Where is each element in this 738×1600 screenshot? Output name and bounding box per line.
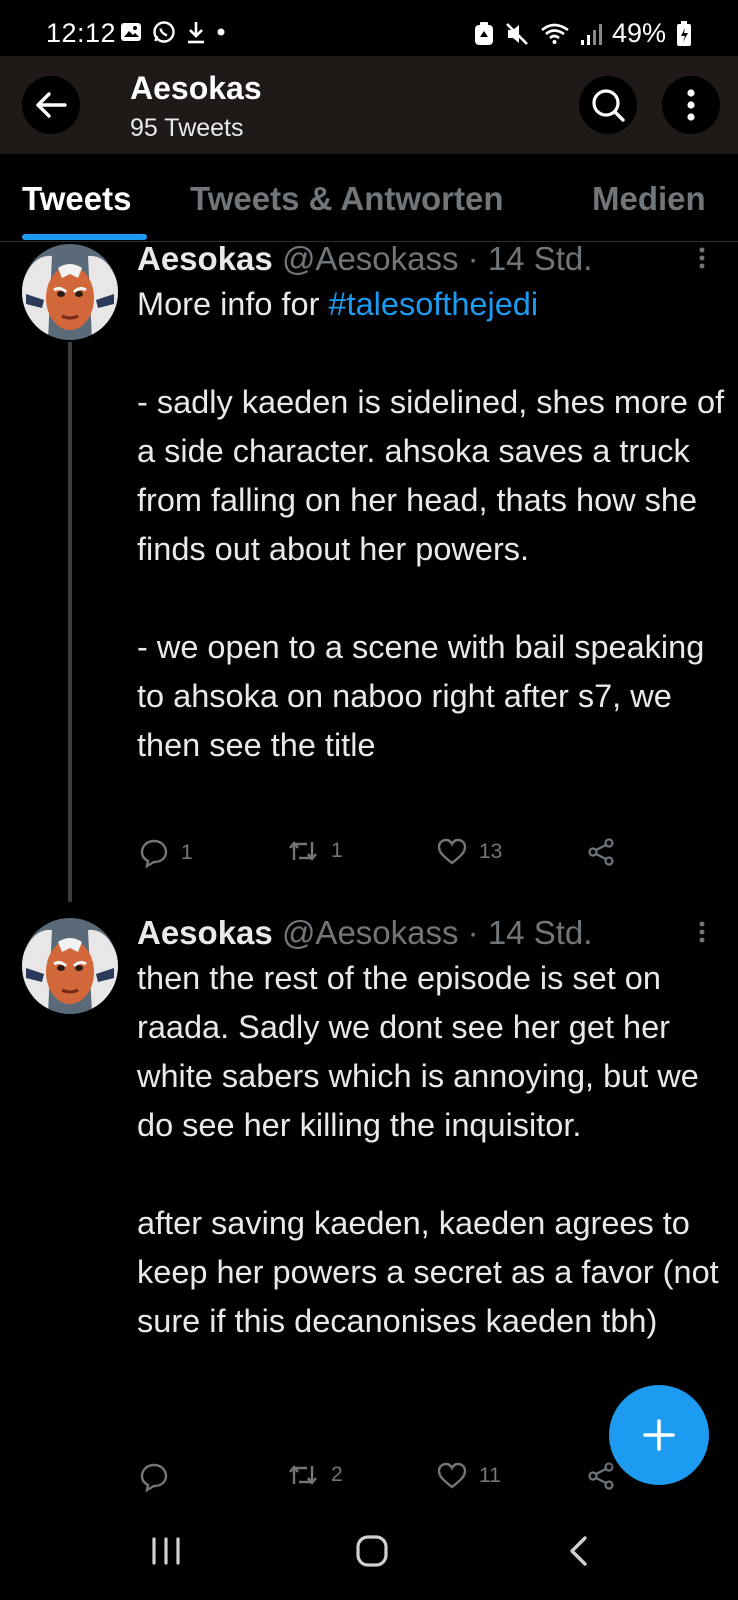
tweet-author-name[interactable]: Aesokas	[137, 914, 273, 951]
status-icons-right: 49%	[474, 18, 692, 49]
more-vertical-icon	[687, 89, 695, 121]
tweet-paragraph: then the rest of the episode is set on r…	[137, 960, 699, 1143]
avatar[interactable]	[22, 244, 118, 340]
gallery-icon	[121, 23, 141, 41]
avatar-image	[22, 244, 118, 340]
tweet-text: More info for #talesofthejedi - sadly ka…	[137, 280, 727, 770]
tweet-more-icon[interactable]	[690, 242, 714, 282]
tweet-handle-time: @Aesokass · 14 Std.	[281, 240, 593, 277]
recent-apps-button[interactable]	[136, 1526, 196, 1576]
like-count: 11	[479, 1464, 501, 1487]
heart-icon	[437, 1462, 467, 1489]
retweet-button[interactable]: 1	[287, 838, 343, 864]
tab-tweets-and-replies[interactable]: Tweets & Antworten	[190, 180, 504, 218]
compose-tweet-button[interactable]	[609, 1385, 709, 1485]
chevron-left-icon	[570, 1536, 587, 1566]
battery-icon	[677, 20, 691, 46]
wifi-icon	[541, 23, 569, 44]
tab-tweets[interactable]: Tweets	[22, 180, 131, 218]
tweet-intro: More info for	[137, 286, 329, 322]
signal-icon	[580, 23, 602, 45]
reply-icon	[140, 839, 168, 868]
share-button[interactable]	[587, 838, 615, 866]
plus-icon	[643, 1419, 675, 1451]
hashtag-link[interactable]: #talesofthejedi	[328, 286, 538, 322]
recycle-icon	[474, 21, 493, 45]
status-time: 12:12	[46, 18, 117, 48]
profile-header: Aesokas 95 Tweets	[0, 56, 738, 154]
tweet-header: Aesokas @Aesokass · 14 Std.	[137, 914, 592, 952]
share-icon	[588, 1462, 614, 1490]
tab-media[interactable]: Medien	[592, 180, 706, 218]
battery-percent: 49%	[611, 18, 666, 48]
retweet-icon	[289, 1465, 317, 1485]
tweet-paragraph: - sadly kaeden is sidelined, shes more o…	[137, 384, 725, 567]
home-icon	[356, 1535, 388, 1567]
tweet-more-icon[interactable]	[690, 916, 714, 956]
back-button[interactable]	[22, 76, 80, 134]
home-button[interactable]	[342, 1526, 402, 1576]
tweet-author-name[interactable]: Aesokas	[137, 240, 273, 277]
search-button[interactable]	[579, 76, 637, 134]
profile-name: Aesokas	[130, 70, 262, 106]
like-button[interactable]: 11	[437, 1462, 501, 1490]
retweet-count: 2	[331, 1463, 343, 1486]
heart-icon	[437, 838, 467, 865]
thread-line	[68, 342, 72, 902]
back-nav-button[interactable]	[548, 1526, 608, 1576]
recent-apps-icon	[152, 1537, 180, 1565]
avatar-image	[22, 918, 118, 1014]
tweet-actions: 2 11	[137, 1462, 637, 1502]
profile-tabs: Tweets Tweets & Antworten Medien	[0, 154, 738, 242]
tweet-actions: 1 1 13	[137, 838, 637, 878]
share-button[interactable]	[587, 1462, 615, 1490]
status-bar: 12:12 49%	[0, 0, 738, 56]
reply-button[interactable]: 1	[139, 838, 193, 868]
avatar[interactable]	[22, 918, 118, 1014]
system-nav-bar	[0, 1500, 738, 1600]
mute-icon	[506, 22, 528, 45]
retweet-button[interactable]: 2	[287, 1462, 343, 1488]
dot-icon	[217, 28, 225, 36]
status-icons-left	[120, 20, 226, 44]
retweet-count: 1	[331, 839, 343, 862]
reply-icon	[140, 1463, 168, 1492]
more-options-button[interactable]	[662, 76, 720, 134]
tweet-text: then the rest of the episode is set on r…	[137, 954, 727, 1346]
tweet-handle-time: @Aesokass · 14 Std.	[281, 914, 593, 951]
retweet-icon	[289, 841, 317, 861]
search-icon	[592, 89, 625, 122]
reply-count: 1	[181, 841, 193, 864]
tweet-count: 95 Tweets	[130, 114, 244, 142]
arrow-left-icon	[36, 92, 67, 118]
like-button[interactable]: 13	[437, 838, 502, 866]
download-icon	[188, 22, 204, 44]
tweet-paragraph: - we open to a scene with bail speaking …	[137, 629, 705, 763]
like-count: 13	[479, 840, 503, 863]
whatsapp-icon	[153, 21, 175, 43]
share-icon	[588, 838, 614, 866]
reply-button[interactable]	[139, 1462, 181, 1492]
tweet-header: Aesokas @Aesokass · 14 Std.	[137, 240, 592, 278]
active-tab-indicator	[22, 234, 147, 240]
tweet-paragraph: after saving kaeden, kaeden agrees to ke…	[137, 1205, 719, 1339]
